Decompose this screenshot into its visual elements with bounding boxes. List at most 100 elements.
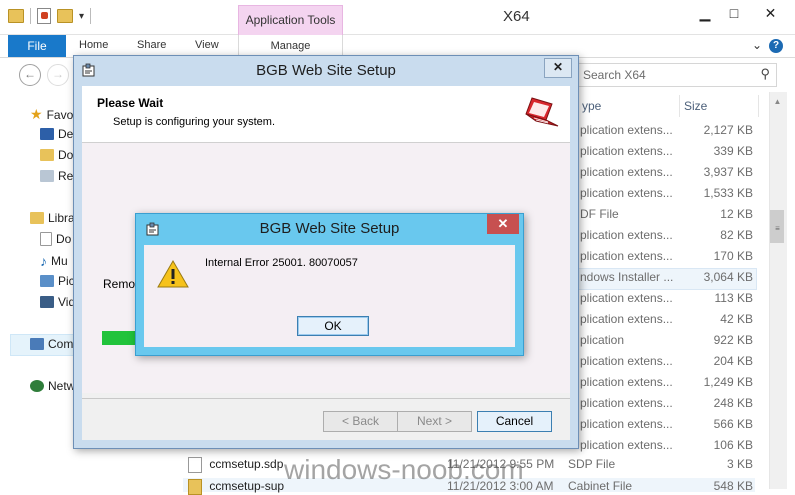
file-size: 3 KB bbox=[726, 457, 753, 471]
quick-access-toolbar: ▾ bbox=[8, 8, 92, 24]
file-type-cell[interactable]: plication extens... bbox=[580, 438, 680, 452]
vertical-scrollbar[interactable] bbox=[769, 92, 787, 489]
file-type: SDP File bbox=[568, 457, 616, 471]
recent-places-icon bbox=[40, 170, 54, 182]
maximize-button[interactable]: □ bbox=[719, 2, 749, 24]
file-type-cell[interactable]: DF File bbox=[580, 207, 680, 221]
file-size-cell: 204 KB bbox=[713, 354, 753, 368]
file-size-cell: 170 KB bbox=[713, 249, 753, 263]
wizard-divider bbox=[82, 398, 570, 399]
error-close-button[interactable]: ✕ bbox=[487, 214, 519, 234]
cabinet-file-icon bbox=[188, 479, 202, 495]
wizard-header: Please Wait Setup is configuring your sy… bbox=[82, 86, 570, 143]
help-icon[interactable]: ? bbox=[769, 39, 783, 53]
nav-recent[interactable]: Re bbox=[40, 169, 73, 183]
new-folder-icon[interactable] bbox=[57, 9, 73, 23]
file-size: 548 KB bbox=[713, 479, 753, 493]
close-window-button[interactable]: ✕ bbox=[748, 2, 793, 24]
tab-view[interactable]: View bbox=[195, 39, 219, 51]
nav-network[interactable]: Netw bbox=[30, 379, 75, 393]
nav-favorites[interactable]: ★ Favo bbox=[30, 106, 73, 123]
file-size-cell: 1,533 KB bbox=[703, 186, 753, 200]
file-size-cell: 12 KB bbox=[720, 207, 753, 221]
file-type-cell[interactable]: plication extens... bbox=[580, 228, 680, 242]
tab-file[interactable]: File bbox=[8, 35, 66, 57]
computer-icon bbox=[30, 338, 44, 350]
file-row-ccmsetup-sdp[interactable]: ccmsetup.sdp bbox=[188, 457, 283, 473]
nav-desktop[interactable]: De bbox=[40, 127, 73, 141]
nav-computer[interactable]: Com bbox=[30, 337, 73, 351]
nav-videos[interactable]: Vid bbox=[40, 295, 75, 309]
file-size-cell: 1,249 KB bbox=[703, 375, 753, 389]
file-size-cell: 339 KB bbox=[713, 144, 753, 158]
wizard-title: BGB Web Site Setup bbox=[256, 62, 396, 79]
file-size-cell: 3,064 KB bbox=[703, 270, 753, 284]
file-type-cell[interactable]: plication bbox=[580, 333, 680, 347]
file-type-cell[interactable]: plication extens... bbox=[580, 144, 680, 158]
file-type-cell[interactable]: plication extens... bbox=[580, 186, 680, 200]
file-type-cell[interactable]: plication extens... bbox=[580, 375, 680, 389]
customize-toolbar-icon[interactable]: ▾ bbox=[79, 11, 84, 22]
libraries-icon bbox=[30, 212, 44, 224]
file-size-cell: 42 KB bbox=[720, 312, 753, 326]
folder-icon bbox=[8, 9, 24, 23]
documents-icon bbox=[40, 232, 52, 246]
expand-ribbon-icon[interactable]: ⌄ bbox=[752, 38, 762, 52]
column-header-size[interactable]: Size bbox=[680, 95, 759, 117]
file-type-cell[interactable]: plication extens... bbox=[580, 312, 680, 326]
minimize-button[interactable]: ▁ bbox=[690, 2, 720, 24]
forward-arrow-icon[interactable]: → bbox=[47, 64, 69, 86]
tab-share[interactable]: Share bbox=[137, 39, 166, 51]
file-size-cell: 82 KB bbox=[720, 228, 753, 242]
search-input[interactable]: Search X64 ⚲ bbox=[578, 63, 777, 87]
nav-documents[interactable]: Do bbox=[40, 232, 71, 246]
file-row-ccmsetup-sup[interactable]: ccmsetup-sup bbox=[188, 479, 284, 495]
scroll-up-icon[interactable]: ▲ bbox=[770, 97, 785, 106]
error-dialog: BGB Web Site Setup ✕ Internal Error 2500… bbox=[135, 213, 524, 356]
error-dialog-content: Internal Error 25001. 80070057 OK bbox=[144, 245, 515, 347]
error-message: Internal Error 25001. 80070057 bbox=[205, 257, 358, 269]
file-type-cell[interactable]: plication extens... bbox=[580, 165, 680, 179]
tab-manage[interactable]: Manage bbox=[238, 35, 343, 57]
file-size-cell: 2,127 KB bbox=[703, 123, 753, 137]
wizard-heading: Please Wait bbox=[97, 96, 164, 110]
file-size-cell: 3,937 KB bbox=[703, 165, 753, 179]
file-size-cell: 922 KB bbox=[713, 333, 753, 347]
tab-home[interactable]: Home bbox=[79, 39, 108, 51]
laptop-icon bbox=[525, 97, 559, 127]
network-icon bbox=[30, 380, 44, 392]
warning-icon bbox=[157, 260, 189, 288]
file-type-cell[interactable]: ndows Installer ... bbox=[580, 270, 680, 284]
back-button[interactable]: < Back bbox=[323, 411, 398, 432]
nav-downloads[interactable]: Do bbox=[40, 148, 73, 162]
file-type-cell[interactable]: plication extens... bbox=[580, 396, 680, 410]
column-header-type[interactable]: ype bbox=[578, 95, 680, 117]
file-type-cell[interactable]: plication extens... bbox=[580, 123, 680, 137]
explorer-titlebar bbox=[0, 0, 795, 35]
wizard-close-button[interactable]: ✕ bbox=[544, 58, 572, 78]
desktop-icon bbox=[40, 128, 54, 140]
contextual-tab-group: Application Tools bbox=[238, 5, 343, 36]
grip-icon: ≡ bbox=[775, 224, 780, 233]
back-arrow-icon[interactable]: ← bbox=[19, 64, 41, 86]
window-title: X64 bbox=[503, 8, 530, 25]
ok-button[interactable]: OK bbox=[297, 316, 369, 336]
nav-libraries[interactable]: Libra bbox=[30, 211, 75, 225]
cancel-button[interactable]: Cancel bbox=[477, 411, 552, 432]
file-size-cell: 113 KB bbox=[714, 291, 753, 305]
wizard-subheading: Setup is configuring your system. bbox=[113, 116, 276, 128]
nav-music[interactable]: ♪ Mu bbox=[40, 253, 68, 269]
next-button[interactable]: Next > bbox=[397, 411, 472, 432]
error-dialog-title: BGB Web Site Setup bbox=[259, 220, 400, 237]
file-type-cell[interactable]: plication extens... bbox=[580, 249, 680, 263]
file-type-cell[interactable]: plication extens... bbox=[580, 354, 680, 368]
file-type-cell[interactable]: plication extens... bbox=[580, 291, 680, 305]
properties-icon[interactable] bbox=[37, 8, 51, 24]
file-size-cell: 106 KB bbox=[713, 438, 753, 452]
file-type-cell[interactable]: plication extens... bbox=[580, 417, 680, 431]
search-placeholder: Search X64 bbox=[583, 68, 646, 82]
file-size-cell: 248 KB bbox=[713, 396, 753, 410]
search-icon[interactable]: ⚲ bbox=[760, 66, 770, 82]
nav-pictures[interactable]: Pic bbox=[40, 274, 75, 288]
watermark-text: windows-noob.com bbox=[284, 454, 524, 485]
